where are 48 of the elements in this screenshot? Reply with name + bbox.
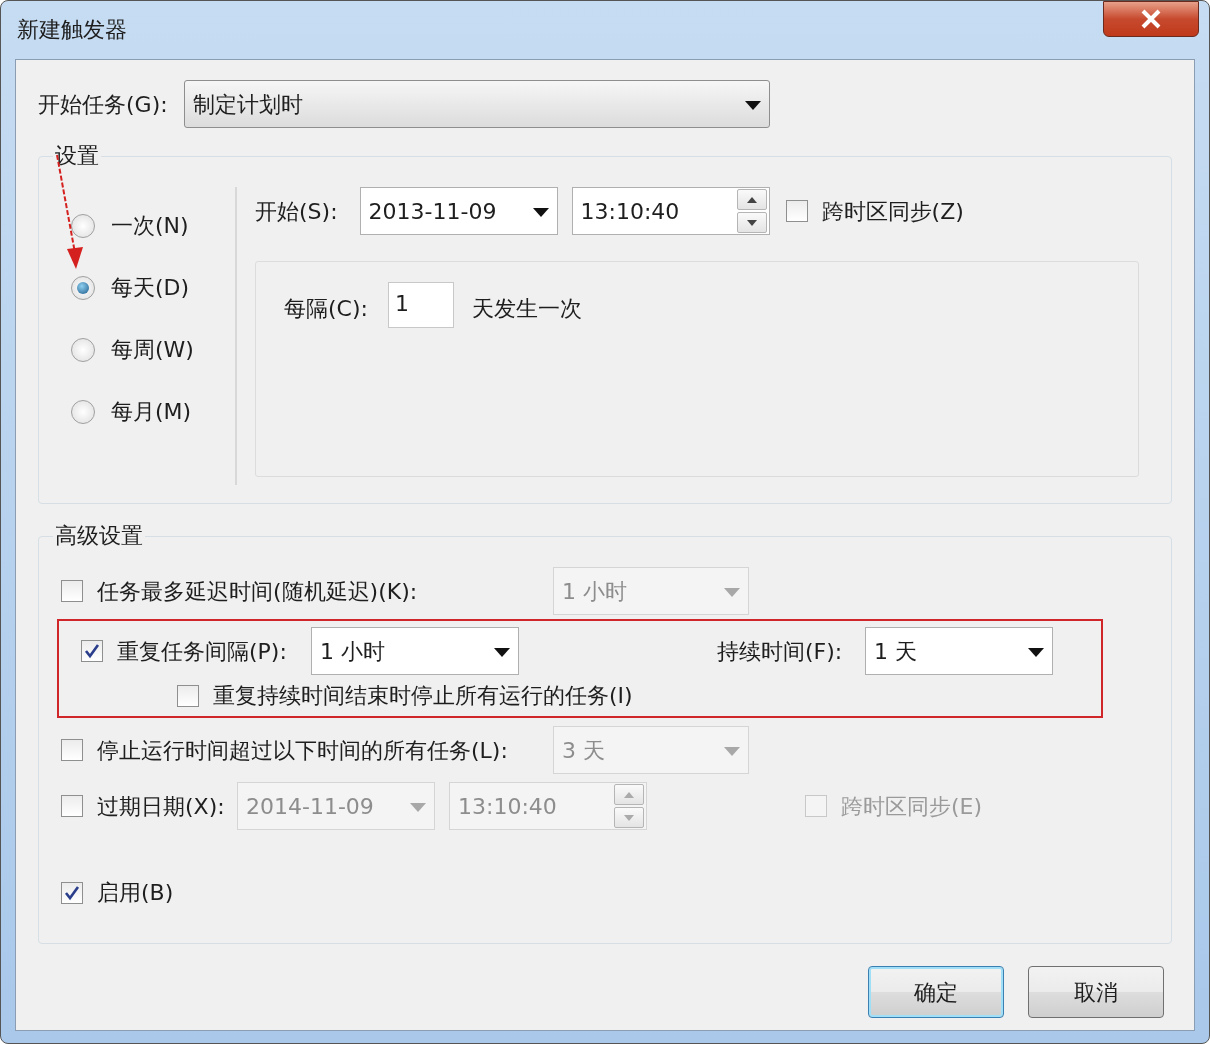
time-field[interactable]: 13:10:40	[571, 187, 770, 235]
caret-icon	[724, 747, 740, 756]
caret-icon	[724, 588, 740, 597]
radio-button[interactable]	[71, 213, 95, 238]
field-label: 每隔(C):	[284, 295, 368, 323]
field-suffix: 天发生一次	[471, 295, 582, 323]
caret-icon	[494, 648, 510, 657]
checkbox[interactable]	[177, 684, 199, 707]
caret-icon	[532, 208, 549, 217]
checkbox-label: 重复持续时间结束时停止所有运行的任务(I)	[213, 682, 633, 710]
radio-button[interactable]	[71, 399, 95, 424]
spin-buttons[interactable]	[736, 189, 767, 233]
checkbox-label: 任务最多延迟时间(随机延迟)(K):	[97, 577, 419, 606]
checkbox-label: 跨时区同步(Z)	[821, 197, 964, 226]
dialog-button[interactable]: 取消	[1028, 966, 1164, 1018]
option-label: 一次(N)	[111, 212, 189, 240]
radio-option[interactable]: 一次(N)	[71, 209, 235, 242]
checkbox[interactable]	[61, 881, 83, 904]
field-label: 持续时间(F):	[717, 637, 844, 666]
option-label: 每周(W)	[111, 336, 194, 364]
option-label: 每天(D)	[111, 274, 190, 302]
radio-option[interactable]: 每天(D)	[71, 271, 235, 304]
field-label: 开始任务(G):	[38, 90, 168, 119]
close-icon	[1140, 9, 1162, 29]
radio-option[interactable]: 每周(W)	[71, 333, 235, 366]
window-title: 新建触发器	[17, 16, 127, 44]
field-label: 开始(S):	[255, 197, 338, 226]
close-button[interactable]	[1103, 1, 1199, 37]
radio-button[interactable]	[71, 337, 95, 362]
option-label: 每月(M)	[111, 398, 192, 426]
checkbox-label: 跨时区同步(E)	[841, 792, 983, 821]
checkbox[interactable]	[81, 640, 103, 662]
checkbox[interactable]	[785, 200, 808, 222]
duration-dropdown[interactable]: 1 天	[865, 627, 1053, 675]
task-dropdown[interactable]: 制定计划时	[183, 80, 770, 128]
checkbox-label: 重复任务间隔(P):	[117, 637, 288, 666]
caret-icon	[744, 101, 761, 110]
number-field[interactable]: 1	[387, 282, 454, 328]
caret-icon	[410, 803, 426, 812]
caret-icon	[1028, 648, 1044, 657]
checkbox-label: 过期日期(X):	[97, 792, 226, 821]
interval-dropdown[interactable]: 1 小时	[311, 627, 519, 675]
date-field[interactable]: 2013-11-09	[359, 187, 558, 235]
radio-button[interactable]	[71, 275, 95, 300]
dialog-button[interactable]: 确定	[868, 966, 1004, 1018]
checkbox-label: 停止运行时间超过以下时间的所有任务(L):	[97, 736, 509, 765]
checkbox-label: 启用(B)	[97, 879, 175, 907]
radio-option[interactable]: 每月(M)	[71, 395, 235, 428]
